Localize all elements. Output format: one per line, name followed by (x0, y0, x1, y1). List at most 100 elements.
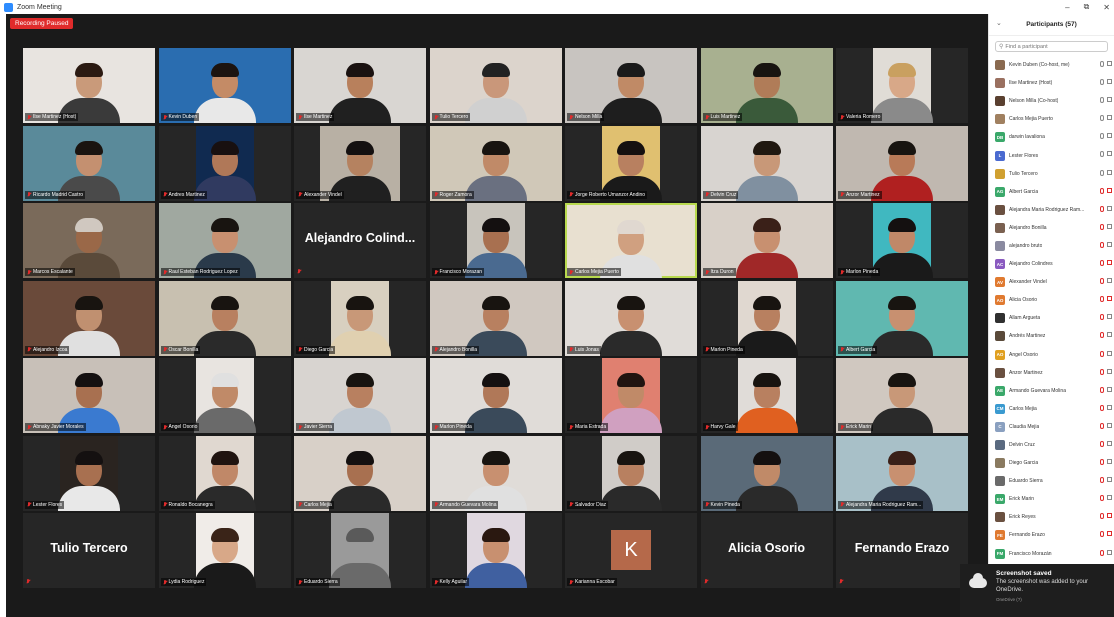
video-tile[interactable]: Albert Garcia (836, 280, 968, 356)
mic-muted-icon[interactable] (1100, 422, 1104, 429)
video-tile[interactable]: Raul Esteban Rodriguez Lopez (158, 203, 291, 278)
video-tile[interactable]: Armando Guevara Molina (429, 435, 562, 511)
video-tile[interactable]: Lester Flores (23, 435, 155, 511)
video-tile[interactable]: Fernando Erazo (836, 513, 968, 588)
video-tile[interactable]: Carlos Mejia Puerto (565, 203, 697, 278)
camera-icon[interactable] (1107, 223, 1112, 229)
recording-paused-badge[interactable]: Recording Paused (10, 18, 74, 29)
camera-icon[interactable] (1107, 241, 1112, 247)
mic-icon[interactable] (1100, 169, 1104, 176)
video-tile[interactable]: Angel Osorio (158, 358, 291, 433)
mic-icon[interactable] (1100, 97, 1104, 104)
participant-row[interactable]: Erick Reyes (989, 508, 1114, 526)
mic-muted-icon[interactable] (1100, 404, 1104, 411)
video-tile[interactable]: Ilse Martinez (294, 48, 426, 123)
camera-icon[interactable] (1107, 477, 1112, 483)
mic-muted-icon[interactable] (1100, 531, 1104, 538)
video-tile[interactable]: Marlon Pineda (836, 203, 968, 278)
mic-muted-icon[interactable] (1100, 260, 1104, 267)
mic-muted-icon[interactable] (1100, 223, 1104, 230)
participant-row[interactable]: Alejandra Maria Rodriguez Ram... (989, 201, 1114, 219)
video-tile[interactable]: Erick Marin (836, 358, 968, 433)
camera-icon[interactable] (1107, 115, 1112, 121)
camera-icon[interactable] (1107, 61, 1112, 66)
video-tile[interactable]: Anzor Martinez (836, 125, 968, 201)
mic-icon[interactable] (1100, 61, 1104, 67)
participant-row[interactable]: Alejandro Bonilla (989, 219, 1114, 237)
participant-row[interactable]: Allam Argueta (989, 309, 1114, 327)
camera-icon[interactable] (1107, 350, 1112, 356)
video-tile[interactable]: Luis Jonas (565, 280, 697, 356)
camera-off-icon[interactable] (1107, 513, 1112, 519)
video-tile[interactable]: Marlon Pineda (700, 280, 833, 356)
video-tile[interactable]: Alejandro Bonilla (429, 280, 562, 356)
video-tile[interactable]: Eduardo Sierra (294, 513, 426, 588)
mic-muted-icon[interactable] (1100, 350, 1104, 357)
video-tile[interactable]: Carlos Mejia (294, 435, 426, 511)
camera-icon[interactable] (1107, 495, 1112, 501)
camera-icon[interactable] (1107, 549, 1112, 555)
mic-muted-icon[interactable] (1100, 314, 1104, 321)
camera-icon[interactable] (1107, 79, 1112, 85)
camera-off-icon[interactable] (1107, 260, 1112, 266)
video-tile[interactable]: K Karianna Escobar (565, 513, 697, 588)
mic-muted-icon[interactable] (1100, 241, 1104, 248)
video-tile[interactable]: Tulio Tercero (23, 513, 155, 588)
video-tile[interactable]: Marlon Pineda (429, 358, 562, 433)
video-tile[interactable]: Alicia Osorio (700, 513, 833, 588)
participant-row[interactable]: AE Armando Guevara Molina (989, 382, 1114, 400)
mic-muted-icon[interactable] (1100, 477, 1104, 484)
video-tile[interactable]: Tulio Tercero (429, 48, 562, 123)
video-tile[interactable]: Maria Estrada (565, 358, 697, 433)
video-tile[interactable]: Nelson Milla (565, 48, 697, 123)
participant-row[interactable]: Eduardo Sierra (989, 472, 1114, 490)
mic-muted-icon[interactable] (1100, 187, 1104, 194)
participant-search-box[interactable]: ⚲ (995, 41, 1108, 52)
participant-row[interactable]: Delvin Cruz (989, 436, 1114, 454)
mic-muted-icon[interactable] (1100, 549, 1104, 556)
video-tile[interactable]: Ronaldo Bocanegra (158, 435, 291, 511)
video-tile[interactable]: Ricardo Madrid Castro (23, 125, 155, 201)
restore-icon[interactable]: ⧉ (1084, 2, 1090, 12)
video-tile[interactable]: Javier Sierra (294, 358, 426, 433)
mic-icon[interactable] (1100, 115, 1104, 122)
mic-muted-icon[interactable] (1100, 386, 1104, 393)
participant-search-input[interactable] (1005, 43, 1106, 50)
participant-row[interactable]: alejandro bruto (989, 237, 1114, 255)
chevron-down-icon[interactable]: ⌄ (996, 19, 1002, 27)
camera-icon[interactable] (1107, 368, 1112, 374)
video-tile[interactable]: Kevin Duben (158, 48, 291, 123)
mic-muted-icon[interactable] (1100, 278, 1104, 285)
participant-row[interactable]: Kevin Duben (Co-host, me) (989, 56, 1114, 74)
video-tile[interactable]: Andres Martinez (158, 125, 291, 201)
participant-row[interactable]: EM Erick Marin (989, 490, 1114, 508)
participant-row[interactable]: FE Fernando Erazo (989, 526, 1114, 544)
mic-muted-icon[interactable] (1100, 513, 1104, 520)
camera-off-icon[interactable] (1107, 187, 1112, 193)
video-tile[interactable]: Luis Martinez (700, 48, 833, 123)
participant-row[interactable]: AC Alejandro Colindres (989, 255, 1114, 273)
camera-icon[interactable] (1107, 151, 1112, 157)
video-tile[interactable]: Harvy Gale (700, 358, 833, 433)
camera-icon[interactable] (1107, 459, 1112, 465)
participant-row[interactable]: Andrés Martinez (989, 327, 1114, 345)
video-tile[interactable]: Roger Zamora (429, 125, 562, 201)
mic-muted-icon[interactable] (1100, 296, 1104, 303)
camera-icon[interactable] (1107, 332, 1112, 338)
participant-row[interactable]: Ilse Martinez (Host) (989, 74, 1114, 92)
mic-muted-icon[interactable] (1100, 332, 1104, 339)
video-tile[interactable]: Alejandro Izcoa (23, 280, 155, 356)
participant-row[interactable]: Diego Garcia (989, 454, 1114, 472)
participant-row[interactable]: AO Alicia Osorio (989, 291, 1114, 309)
video-tile[interactable]: Valeria Romero (836, 48, 968, 123)
close-icon[interactable]: ✕ (1103, 3, 1110, 12)
camera-icon[interactable] (1107, 386, 1112, 392)
video-tile[interactable]: Ilse Martinez (Host) (23, 48, 155, 123)
camera-icon[interactable] (1107, 314, 1112, 320)
camera-icon[interactable] (1107, 169, 1112, 175)
video-tile[interactable]: Alejandro Colind... (294, 203, 426, 278)
participant-row[interactable]: L Lester Flores (989, 146, 1114, 164)
participant-row[interactable]: Carlos Mejia Puerto (989, 110, 1114, 128)
video-tile[interactable]: Abnaky Javier Morales (23, 358, 155, 433)
participant-row[interactable]: DB darwin lavaliona (989, 128, 1114, 146)
